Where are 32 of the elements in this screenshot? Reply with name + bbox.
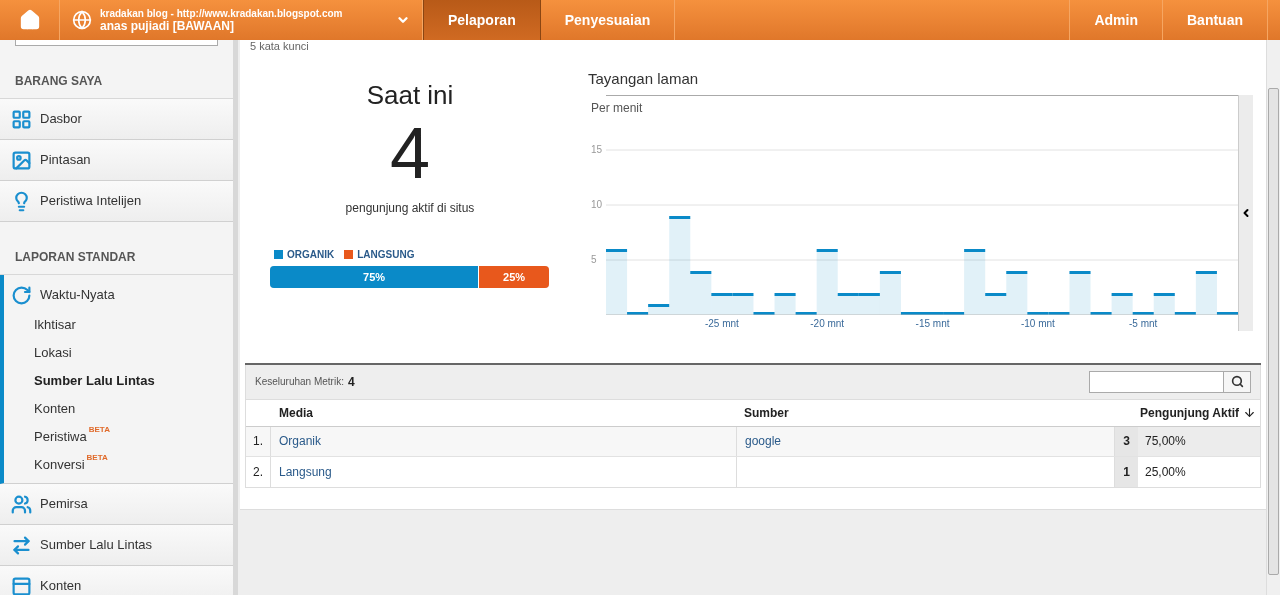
x-tick-label: -15 mnt xyxy=(914,317,951,330)
view-name: anas pujiadi [BAWAAN] xyxy=(100,20,235,33)
legend-label: ORGANIK xyxy=(287,248,335,262)
visitor-count: 4 xyxy=(389,115,430,191)
x-tick-label: -20 mnt xyxy=(809,317,846,330)
y-tick-label: 15 xyxy=(591,143,603,156)
y-tick-label: 5 xyxy=(591,253,598,266)
beta-label: BETA xyxy=(86,452,108,464)
section-heading: LAPORAN STANDAR xyxy=(15,250,136,264)
share-cell: 75,00% xyxy=(1138,426,1260,456)
beta-label: BETA xyxy=(88,424,110,436)
site-name: kradakan blog - http://www.kradakan.blogspot.com xyxy=(100,7,344,20)
keyword-count: 5 kata kunci xyxy=(250,40,309,52)
x-tick-label: -5 mnt xyxy=(1128,317,1159,330)
metric-value: 4 xyxy=(347,373,355,391)
visitor-count-cell: 1 xyxy=(1115,456,1138,487)
x-tick-label: -25 mnt xyxy=(703,317,740,330)
chart-subtitle: Per menit xyxy=(591,99,643,117)
count-caption: pengunjung aktif di situs xyxy=(345,200,475,217)
row-number: 1. xyxy=(246,426,271,456)
visitor-count-cell: 3 xyxy=(1115,426,1138,456)
chart-title: Tayangan laman xyxy=(588,69,700,89)
metric-label: Keseluruhan Metrik: xyxy=(255,375,344,389)
share-segment: 75% xyxy=(270,266,480,288)
row-number: 2. xyxy=(246,456,271,487)
now-title: Saat ini xyxy=(366,79,454,112)
share-segment: 25% xyxy=(479,266,549,288)
x-tick-label: -10 mnt xyxy=(1019,317,1056,330)
share-cell-text: 25,00% xyxy=(1144,463,1187,481)
legend-label: LANGSUNG xyxy=(357,248,415,262)
y-tick-label: 10 xyxy=(591,198,603,211)
section-heading: BARANG SAYA xyxy=(15,74,103,88)
